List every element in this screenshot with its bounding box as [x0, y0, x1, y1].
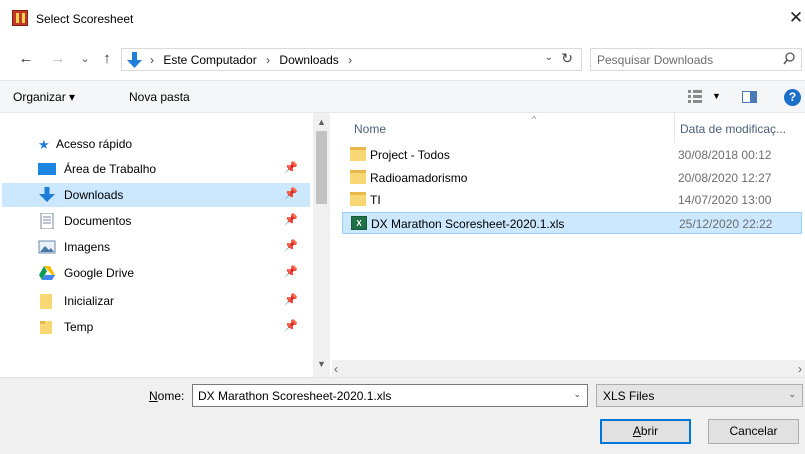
- pin-icon[interactable]: 📌: [284, 319, 298, 332]
- folder-icon: [40, 321, 52, 334]
- sidebar-item-label: Documentos: [64, 214, 132, 228]
- file-name: Radioamadorismo: [370, 171, 468, 185]
- desktop-icon: [38, 163, 56, 175]
- excel-file-icon: X: [351, 216, 367, 230]
- folder-icon: [40, 294, 52, 309]
- scroll-up-icon[interactable]: ▲: [313, 117, 330, 127]
- file-name: TI: [370, 193, 381, 207]
- pin-icon[interactable]: 📌: [284, 239, 298, 252]
- pin-icon[interactable]: 📌: [284, 265, 298, 278]
- file-name: DX Marathon Scoresheet-2020.1.xls: [371, 217, 565, 231]
- file-type-select[interactable]: XLS Files ⌄: [596, 384, 803, 407]
- cancel-button[interactable]: Cancelar: [708, 419, 799, 444]
- view-options-icon[interactable]: [688, 89, 702, 103]
- filename-combobox[interactable]: ⌄: [192, 384, 588, 407]
- scroll-down-icon[interactable]: ▼: [313, 359, 330, 369]
- file-list-horizontal-scrollbar[interactable]: ‹ ›: [332, 360, 805, 377]
- file-date: 30/08/2018 00:12: [678, 148, 772, 162]
- sidebar-item-label: Acesso rápido: [56, 137, 133, 151]
- file-list: ^ Nome Data de modificaç... Project - To…: [332, 113, 805, 377]
- breadcrumb-separator: ›: [348, 53, 353, 67]
- column-separator[interactable]: [674, 113, 675, 143]
- dialog-footer: Nome: ⌄ XLS Files ⌄ Abrir Cancelar: [0, 377, 805, 454]
- chevron-down-icon[interactable]: ⌄: [788, 389, 796, 400]
- star-icon: ★: [38, 137, 50, 152]
- forward-arrow-icon[interactable]: →: [48, 49, 68, 69]
- sidebar-item-inicializar[interactable]: Inicializar 📌: [2, 289, 310, 313]
- breadcrumb-downloads[interactable]: Downloads: [279, 53, 338, 67]
- documents-icon: [40, 213, 54, 229]
- sidebar-item-label: Imagens: [64, 240, 111, 254]
- title-bar: Select Scoresheet ✕: [0, 0, 805, 40]
- sidebar-item-label: Downloads: [64, 188, 124, 202]
- breadcrumb-este-computador[interactable]: Este Computador: [163, 53, 256, 67]
- file-row-project-todos[interactable]: Project - Todos 30/08/2018 00:12: [342, 144, 802, 166]
- folder-icon: [350, 170, 366, 184]
- window-title: Select Scoresheet: [36, 12, 134, 26]
- navigation-pane-scrollbar[interactable]: ▲ ▼: [313, 113, 330, 377]
- open-button[interactable]: Abrir: [600, 419, 691, 444]
- chevron-down-icon[interactable]: ⌄: [545, 52, 553, 63]
- up-arrow-icon[interactable]: ↑: [98, 49, 116, 69]
- sidebar-item-label: Temp: [64, 320, 94, 334]
- close-icon[interactable]: ✕: [787, 8, 805, 28]
- back-arrow-icon[interactable]: ←: [16, 49, 36, 69]
- file-date: 25/12/2020 22:22: [679, 217, 773, 231]
- sidebar-item-documentos[interactable]: Documentos 📌: [2, 209, 310, 233]
- downloads-icon: [39, 187, 55, 202]
- folder-icon: [350, 147, 366, 161]
- command-bar: Organizar ▾ Nova pasta ▼ ?: [0, 80, 805, 113]
- pictures-icon: [38, 240, 56, 254]
- preview-pane-icon[interactable]: [742, 91, 757, 103]
- search-box[interactable]: [590, 48, 802, 71]
- file-row-radioamadorismo[interactable]: Radioamadorismo 20/08/2020 12:27: [342, 167, 802, 189]
- google-drive-icon: [39, 266, 55, 280]
- navigation-pane: ★ Acesso rápido Área de Trabalho 📌 Downl…: [0, 113, 315, 377]
- scrollbar-thumb[interactable]: [316, 131, 327, 204]
- sort-ascending-icon: ^: [532, 114, 537, 124]
- breadcrumb-separator: ›: [266, 53, 271, 67]
- app-icon: [12, 10, 28, 26]
- pin-icon[interactable]: 📌: [284, 213, 298, 226]
- folder-icon: [350, 192, 366, 206]
- file-name: Project - Todos: [370, 148, 450, 162]
- help-icon[interactable]: ?: [784, 89, 801, 106]
- address-bar[interactable]: › Este Computador › Downloads › ⌄ ↻: [121, 48, 582, 71]
- chevron-down-icon[interactable]: ⌄: [573, 389, 581, 400]
- new-folder-button[interactable]: Nova pasta: [129, 90, 190, 104]
- file-row-dx-marathon[interactable]: X DX Marathon Scoresheet-2020.1.xls 25/1…: [342, 212, 802, 234]
- file-date: 14/07/2020 13:00: [678, 193, 772, 207]
- sidebar-item-label: Área de Trabalho: [64, 162, 157, 176]
- sidebar-item-label: Google Drive: [64, 266, 135, 280]
- pin-icon[interactable]: 📌: [284, 161, 298, 174]
- search-icon[interactable]: [783, 52, 795, 66]
- pin-icon[interactable]: 📌: [284, 293, 298, 306]
- sidebar-item-temp[interactable]: Temp 📌: [2, 315, 310, 339]
- filename-label: Nome:: [149, 389, 185, 403]
- sidebar-item-label: Inicializar: [64, 294, 115, 308]
- pin-icon[interactable]: 📌: [284, 187, 298, 200]
- sidebar-item-downloads[interactable]: Downloads 📌: [2, 183, 310, 207]
- scroll-right-icon[interactable]: ›: [798, 362, 802, 376]
- sidebar-item-google-drive[interactable]: Google Drive 📌: [2, 261, 310, 285]
- organize-button[interactable]: Organizar ▾: [13, 90, 75, 104]
- download-arrow-icon: [127, 52, 142, 68]
- breadcrumb-separator: ›: [150, 53, 154, 67]
- search-input[interactable]: [591, 49, 771, 70]
- refresh-icon[interactable]: ↻: [561, 50, 573, 67]
- filename-input[interactable]: [193, 385, 563, 406]
- file-type-value: XLS Files: [603, 389, 655, 403]
- sidebar-item-area-de-trabalho[interactable]: Área de Trabalho 📌: [2, 157, 310, 181]
- recent-locations-icon[interactable]: ⌄: [78, 49, 92, 69]
- navigation-bar: ← → ⌄ ↑ › Este Computador › Downloads › …: [0, 40, 805, 80]
- sidebar-item-imagens[interactable]: Imagens 📌: [2, 235, 310, 259]
- file-row-ti[interactable]: TI 14/07/2020 13:00: [342, 189, 802, 211]
- chevron-down-icon[interactable]: ▼: [712, 91, 721, 101]
- scroll-left-icon[interactable]: ‹: [334, 362, 338, 376]
- file-date: 20/08/2020 12:27: [678, 171, 772, 185]
- breadcrumb: › Este Computador › Downloads ›: [150, 53, 358, 67]
